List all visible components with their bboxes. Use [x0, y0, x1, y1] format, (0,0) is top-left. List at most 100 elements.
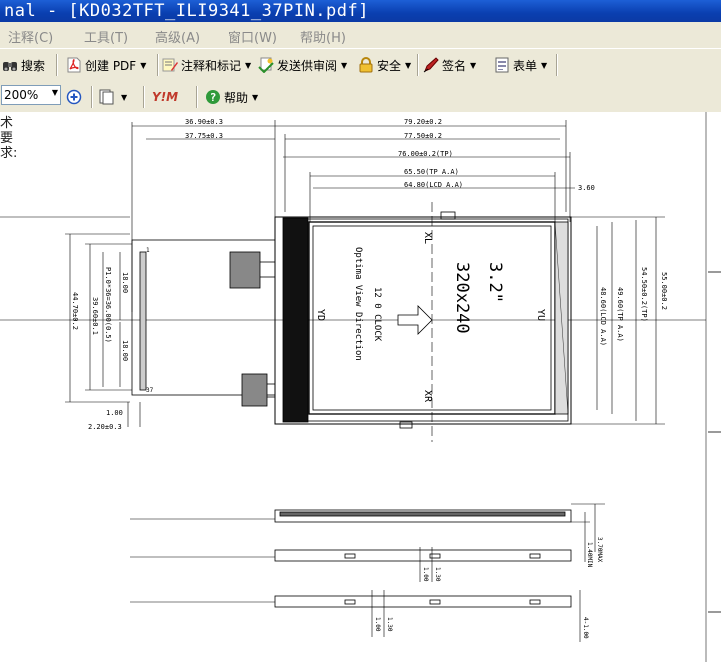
dim-text: 76.00±0.2(TP): [398, 150, 453, 158]
zoom-input[interactable]: [2, 86, 46, 104]
dropdown-arrow-icon: ▼: [541, 60, 548, 70]
toolbar-divider: [196, 86, 198, 108]
xr-label: XR: [422, 390, 433, 403]
window-title: nal - [KD032TFT_ILI9341_37PIN.pdf]: [4, 1, 369, 21]
toolbar-divider: [56, 54, 58, 76]
menu-bar: 注释(C) 工具(T) 高级(A) 窗口(W) 帮助(H): [0, 22, 721, 48]
dim-text: 44.70±0.2: [71, 292, 79, 330]
dim-text: 64.80(LCD A.A): [404, 181, 463, 189]
form-icon: [495, 57, 509, 73]
dim-text: 1.40MIN: [586, 542, 593, 568]
page-layout-button[interactable]: ▼: [98, 85, 127, 109]
toolbar-divider: [556, 54, 558, 76]
tab-marker: [399, 421, 413, 429]
left-dimensions: [65, 233, 141, 427]
dim-text: 65.50(TP A.A): [404, 168, 459, 176]
pin-label: 1: [146, 247, 150, 254]
dropdown-arrow-icon: ▼: [470, 60, 477, 70]
toolbar-divider: [91, 86, 93, 108]
toolbar-divider: [143, 86, 145, 108]
dropdown-arrow-icon: ▼: [341, 60, 348, 70]
dim-text: 18.00: [121, 340, 129, 361]
help-icon: ?: [206, 90, 220, 104]
xl-label: XL: [422, 232, 433, 244]
menu-advanced[interactable]: 高级(A): [155, 27, 200, 46]
menu-tools[interactable]: 工具(T): [84, 27, 128, 46]
page-icon: [99, 89, 114, 105]
sign-label: 签名: [442, 58, 467, 73]
zoom-in-icon: [66, 89, 82, 105]
tab-marker: [440, 211, 456, 220]
dim-text: 49.60(TP A.A): [616, 287, 624, 342]
dropdown-arrow-icon: ▼: [252, 92, 259, 102]
dim-text: 3.70MAX: [596, 537, 603, 563]
dim-text: 39.60±0.1: [91, 297, 99, 335]
document-viewport[interactable]: 术要求: 36.90±0.3 37.75±0.3 79.20±0.2 77.50…: [0, 112, 721, 662]
side-note-text: 术要求:: [0, 116, 18, 161]
dim-text: 1.30: [434, 567, 441, 582]
menu-help[interactable]: 帮助(H): [300, 27, 346, 46]
send-review-button[interactable]: 发送供审阅 ▼: [258, 53, 347, 77]
search-label: 搜索: [21, 58, 46, 73]
view-direction-text: Optima View Direction: [353, 247, 363, 361]
dropdown-arrow-icon: ▼: [140, 60, 147, 70]
dim-text: 4-1.00: [582, 617, 589, 639]
dim-text: 1.00: [422, 567, 429, 582]
dim-text: P1.0*36=36.00(0.5): [104, 267, 112, 343]
dropdown-arrow-icon: ▼: [121, 92, 128, 102]
yahoo-button[interactable]: Y!M: [152, 85, 178, 109]
dropdown-arrow-icon: ▼: [245, 60, 252, 70]
dim-text: 1.00: [374, 617, 381, 632]
pin-label: 37: [146, 387, 154, 394]
create-pdf-button[interactable]: 创建 PDF ▼: [66, 53, 146, 77]
dim-text: 36.90±0.3: [185, 118, 223, 126]
screen-size-text: 3.2": [485, 262, 505, 303]
forms-label: 表单: [513, 58, 538, 73]
chevron-down-icon[interactable]: ▼: [52, 88, 58, 97]
dim-text: 1.30: [386, 617, 393, 632]
screen-resolution-text: 320x240: [452, 262, 472, 334]
lock-icon: [359, 57, 373, 73]
sign-button[interactable]: 签名 ▼: [423, 53, 476, 77]
technical-drawing: 36.90±0.3 37.75±0.3 79.20±0.2 77.50±0.2 …: [0, 112, 721, 662]
help-button[interactable]: ? 帮助 ▼: [205, 85, 258, 109]
dim-text: 77.50±0.2: [404, 132, 442, 140]
comment-markup-label: 注释和标记: [181, 58, 242, 73]
send-review-label: 发送供审阅: [277, 58, 338, 73]
dim-text: 79.20±0.2: [404, 118, 442, 126]
pen-icon: [423, 57, 439, 73]
side-view-top: [130, 503, 605, 562]
yu-label: YU: [535, 309, 546, 321]
toolbar-divider: [417, 54, 419, 76]
clock-direction-text: 12 0 CLOCK: [372, 287, 382, 342]
yd-label: YD: [315, 309, 326, 321]
dim-text: 1.00: [106, 409, 123, 417]
dropdown-arrow-icon: ▼: [405, 60, 412, 70]
main-toolbar: 搜索 创建 PDF ▼ 注释和标记 ▼ 发送供审阅 ▼ 安全 ▼ 签名 ▼ 表单…: [0, 48, 721, 82]
title-bar: nal - [KD032TFT_ILI9341_37PIN.pdf]: [0, 0, 721, 22]
dim-text: 18.00: [121, 272, 129, 293]
pdf-file-icon: [67, 57, 81, 73]
zoom-in-button[interactable]: [66, 85, 85, 109]
dim-text: 2.20±0.3: [88, 423, 122, 431]
view-arrow: [397, 305, 433, 335]
zoom-select[interactable]: ▼: [1, 85, 61, 105]
fpc-bond-strip: [282, 217, 309, 423]
send-review-icon: [258, 57, 274, 73]
menu-window[interactable]: 窗口(W): [228, 27, 277, 46]
menu-comment[interactable]: 注释(C): [8, 27, 53, 46]
dim-text: 54.50±0.2(TP): [640, 267, 648, 322]
dim-text: 3.60: [578, 184, 595, 192]
create-pdf-label: 创建 PDF: [85, 58, 137, 73]
side-view-middle: [130, 547, 572, 582]
secondary-toolbar: ▼ ▼ Y!M ? 帮助 ▼: [0, 81, 721, 113]
fpc-cable: [131, 239, 276, 407]
svg-text:?: ?: [210, 91, 217, 104]
help-label: 帮助: [224, 90, 249, 105]
comment-markup-button[interactable]: 注释和标记 ▼: [162, 53, 251, 77]
side-view-bottom: [130, 590, 581, 642]
forms-button[interactable]: 表单 ▼: [494, 53, 547, 77]
security-button[interactable]: 安全 ▼: [358, 53, 411, 77]
comment-pencil-icon: [162, 58, 178, 72]
search-button[interactable]: 搜索: [2, 53, 45, 77]
